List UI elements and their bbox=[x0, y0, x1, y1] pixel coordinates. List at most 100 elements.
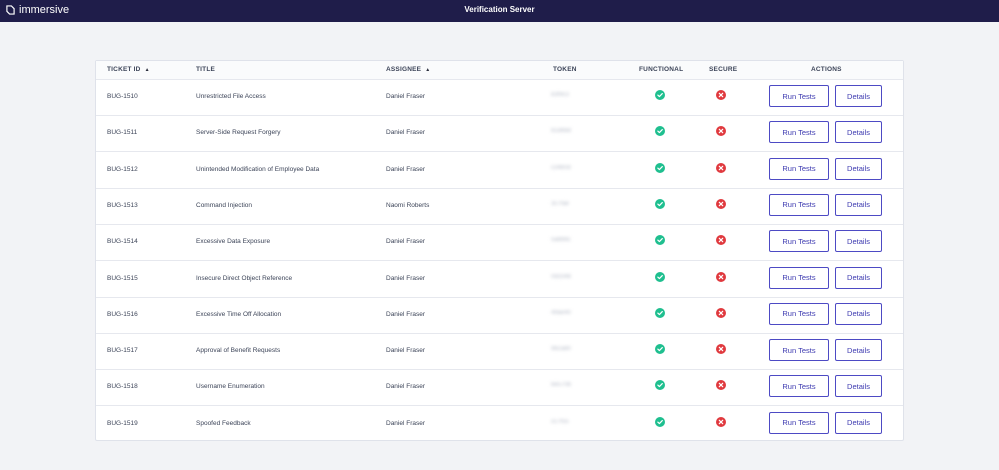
details-button[interactable]: Details bbox=[835, 85, 882, 107]
ticket-title: Server-Side Request Forgery bbox=[196, 129, 281, 137]
column-header-actions: ACTIONS bbox=[811, 66, 842, 73]
secure-fail-icon bbox=[716, 198, 726, 209]
functional-pass-icon bbox=[655, 162, 665, 173]
ticket-token: 49ae40 bbox=[551, 309, 572, 316]
functional-pass-icon bbox=[655, 307, 665, 318]
details-button[interactable]: Details bbox=[835, 375, 882, 398]
ticket-title: Excessive Data Exposure bbox=[196, 238, 271, 246]
details-button[interactable]: Details bbox=[835, 339, 882, 362]
functional-pass-icon bbox=[655, 235, 665, 246]
ticket-id: BUG-1517 bbox=[107, 347, 138, 355]
ticket-token: 3c7fae bbox=[551, 200, 570, 207]
ticket-token: be570b bbox=[551, 382, 572, 389]
ticket-title: Unintended Modification of Employee Data bbox=[196, 165, 320, 173]
ticket-title: Username Enumeration bbox=[196, 383, 265, 391]
ticket-assignee: Naomi Roberts bbox=[386, 201, 430, 209]
details-button[interactable]: Details bbox=[835, 121, 882, 144]
ticket-token: c34b0d bbox=[551, 164, 571, 171]
tickets-table: TICKET ID ▲ TITLE ASSIGNEE ▲ TOKEN FUNCTIO… bbox=[95, 60, 904, 441]
secure-fail-icon bbox=[716, 344, 726, 355]
details-button[interactable]: Details bbox=[835, 193, 882, 216]
functional-pass-icon bbox=[655, 90, 665, 100]
ticket-token: cc7f55 bbox=[551, 418, 569, 425]
run-tests-button[interactable]: Run Tests bbox=[769, 121, 829, 144]
secure-fail-icon bbox=[716, 235, 726, 246]
table-row: BUG-1512 Unintended Modification of Emplo… bbox=[96, 152, 903, 189]
ticket-assignee: Daniel Fraser bbox=[386, 383, 426, 391]
ticket-assignee: Daniel Fraser bbox=[386, 165, 426, 173]
run-tests-button[interactable]: Run Tests bbox=[769, 85, 829, 107]
page-title: Verification Server bbox=[464, 5, 535, 14]
run-tests-button[interactable]: Run Tests bbox=[769, 339, 829, 362]
ticket-title: Excessive Time Off Allocation bbox=[196, 310, 282, 318]
run-tests-button[interactable]: Run Tests bbox=[769, 411, 829, 434]
table-row: BUG-1518 Username Enumeration Daniel Frase… bbox=[96, 369, 903, 407]
ticket-token: 83f9c3 bbox=[551, 92, 570, 98]
ticket-id: BUG-1511 bbox=[107, 129, 138, 137]
table-row: BUG-1515 Insecure Direct Object Reference… bbox=[96, 261, 903, 298]
run-tests-button[interactable]: Run Tests bbox=[769, 230, 829, 253]
table-header: TICKET ID ▲ TITLE ASSIGNEE ▲ TOKEN FUNCTIO… bbox=[96, 61, 903, 80]
column-header-token[interactable]: TOKEN bbox=[553, 66, 577, 73]
functional-pass-icon bbox=[655, 380, 665, 391]
ticket-assignee: Daniel Fraser bbox=[386, 419, 426, 427]
run-tests-button[interactable]: Run Tests bbox=[769, 375, 829, 398]
ticket-assignee: Daniel Fraser bbox=[386, 274, 426, 282]
column-header-title[interactable]: TITLE bbox=[196, 66, 215, 73]
table-row: BUG-1514 Excessive Data Exposure Daniel Fr… bbox=[96, 224, 903, 262]
details-button[interactable]: Details bbox=[835, 266, 882, 289]
ticket-assignee: Daniel Fraser bbox=[386, 347, 426, 355]
ticket-title: Approval of Benefit Requests bbox=[196, 347, 281, 355]
secure-fail-icon bbox=[716, 162, 726, 173]
table-row: BUG-1516 Excessive Time Off Allocation Dan… bbox=[96, 297, 903, 334]
run-tests-button[interactable]: Run Tests bbox=[769, 266, 829, 289]
ticket-id: BUG-1516 bbox=[107, 310, 138, 318]
column-header-secure[interactable]: SECURE bbox=[709, 66, 737, 73]
ticket-title: Command Injection bbox=[196, 201, 252, 209]
functional-pass-icon bbox=[655, 344, 665, 355]
ticket-title: Spoofed Feedback bbox=[196, 419, 251, 427]
top-bar: immersive Verification Server bbox=[0, 0, 999, 22]
secure-fail-icon bbox=[716, 126, 726, 137]
secure-fail-icon bbox=[716, 271, 726, 282]
sort-ascending-icon: ▲ bbox=[425, 67, 431, 73]
details-button[interactable]: Details bbox=[835, 411, 882, 434]
run-tests-button[interactable]: Run Tests bbox=[769, 157, 829, 180]
ticket-token: 81d6bd bbox=[551, 128, 572, 135]
run-tests-button[interactable]: Run Tests bbox=[769, 302, 829, 325]
table-row: BUG-1511 Server-Side Request Forgery Danie… bbox=[96, 115, 903, 153]
details-button[interactable]: Details bbox=[835, 157, 882, 180]
table-row: BUG-1519 Spoofed Feedback Daniel Fraser cc7… bbox=[96, 406, 903, 442]
column-header-functional[interactable]: FUNCTIONAL bbox=[639, 66, 683, 73]
table-row: BUG-1510 Unrestricted File Access Daniel F… bbox=[96, 79, 903, 116]
secure-fail-icon bbox=[716, 416, 726, 427]
ticket-assignee: Daniel Fraser bbox=[386, 129, 426, 137]
secure-fail-icon bbox=[716, 307, 726, 318]
details-button[interactable]: Details bbox=[835, 302, 882, 325]
table-row: BUG-1517 Approval of Benefit Requests Dani… bbox=[96, 333, 903, 371]
ticket-id: BUG-1518 bbox=[107, 383, 138, 391]
table-row: BUG-1513 Command Injection Naomi Roberts 3c… bbox=[96, 188, 903, 225]
column-header-assignee[interactable]: ASSIGNEE ▲ bbox=[386, 66, 430, 73]
column-header-ticket-id[interactable]: TICKET ID ▲ bbox=[107, 66, 150, 73]
ticket-assignee: Daniel Fraser bbox=[386, 310, 426, 318]
ticket-id: BUG-1514 bbox=[107, 238, 138, 246]
functional-pass-icon bbox=[655, 271, 665, 282]
ticket-assignee: Daniel Fraser bbox=[386, 238, 426, 246]
ticket-id: BUG-1515 bbox=[107, 274, 138, 282]
ticket-id: BUG-1519 bbox=[107, 419, 138, 427]
ticket-title: Insecure Direct Object Reference bbox=[196, 274, 293, 282]
functional-pass-icon bbox=[655, 198, 665, 209]
ticket-token: 0d3348 bbox=[551, 273, 572, 280]
sort-ascending-icon: ▲ bbox=[144, 67, 150, 73]
run-tests-button[interactable]: Run Tests bbox=[769, 193, 829, 216]
secure-fail-icon bbox=[716, 90, 726, 100]
ticket-token: 5a8b6c bbox=[551, 237, 571, 244]
secure-fail-icon bbox=[716, 380, 726, 391]
ticket-assignee: Daniel Fraser bbox=[386, 93, 426, 100]
ticket-id: BUG-1513 bbox=[107, 201, 138, 209]
ticket-title: Unrestricted File Access bbox=[196, 93, 266, 100]
ticket-id: BUG-1510 bbox=[107, 93, 138, 100]
functional-pass-icon bbox=[655, 126, 665, 137]
details-button[interactable]: Details bbox=[835, 230, 882, 253]
